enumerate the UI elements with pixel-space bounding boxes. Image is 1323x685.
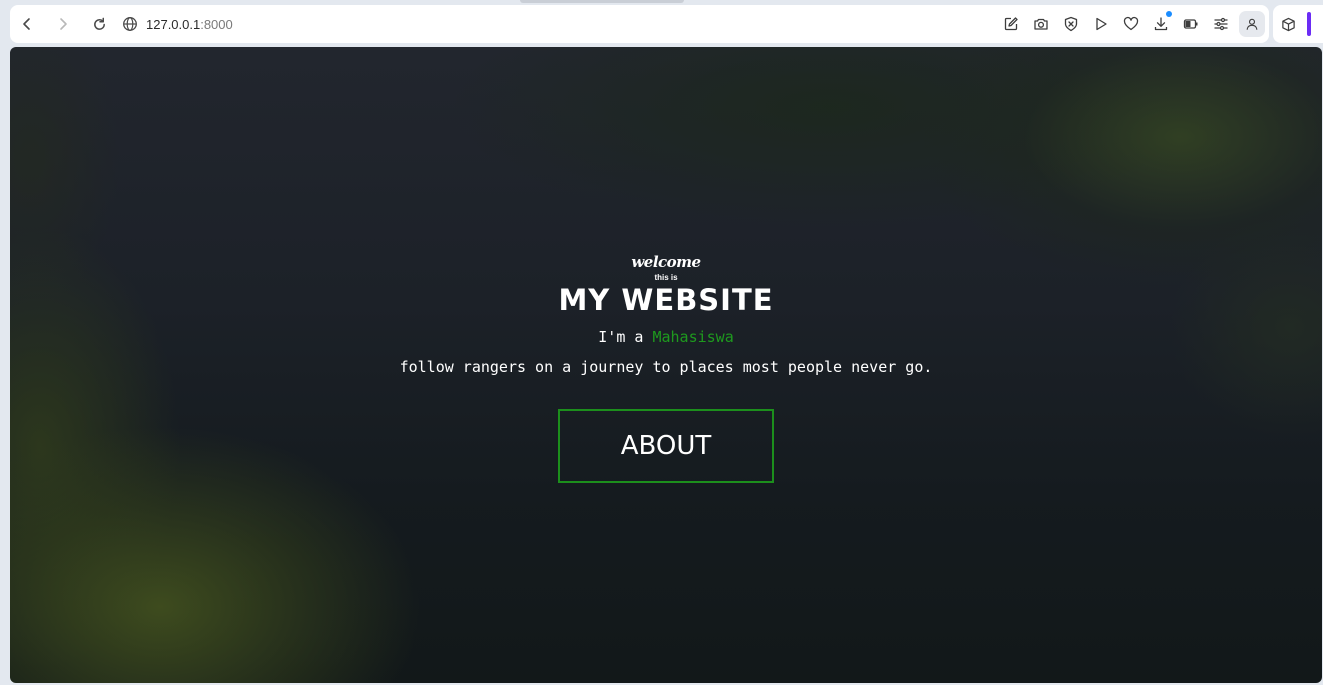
profile-icon xyxy=(1246,18,1258,30)
screenshot-button[interactable] xyxy=(1026,9,1056,39)
toolbar-actions xyxy=(996,9,1265,39)
download-icon xyxy=(1154,17,1168,31)
favorites-button[interactable] xyxy=(1116,9,1146,39)
back-button[interactable] xyxy=(12,9,42,39)
intro-line: I'm a Mahasiswa xyxy=(10,328,1322,346)
download-badge xyxy=(1166,11,1172,17)
battery-saver-button[interactable] xyxy=(1176,9,1206,39)
page-viewport: welcome this is MY WEBSITE I'm a Mahasis… xyxy=(10,47,1322,683)
this-is-text: this is xyxy=(654,273,678,282)
forward-arrow-icon xyxy=(60,18,67,30)
tagline: follow rangers on a journey to places mo… xyxy=(399,358,933,376)
sidebar-accent-bar xyxy=(1307,12,1311,36)
url-port: :8000 xyxy=(200,16,233,32)
shield-icon xyxy=(1064,16,1078,32)
heart-icon xyxy=(1123,16,1139,31)
media-play-button[interactable] xyxy=(1086,9,1116,39)
battery-icon xyxy=(1183,19,1198,29)
camera-icon xyxy=(1034,18,1048,30)
settings-button[interactable] xyxy=(1206,9,1236,39)
back-arrow-icon xyxy=(23,18,30,30)
reload-icon xyxy=(93,17,105,30)
profile-button[interactable] xyxy=(1239,11,1265,37)
side-panel-toolbar xyxy=(1273,5,1323,43)
reload-button[interactable] xyxy=(84,9,114,39)
browser-toolbar: 127.0.0.1:8000 xyxy=(10,5,1269,43)
intro-prefix: I'm a xyxy=(598,328,653,346)
tab-strip-handle xyxy=(520,0,684,3)
edit-icon xyxy=(1004,17,1018,31)
address-bar[interactable]: 127.0.0.1:8000 xyxy=(122,9,996,39)
browser-window: 127.0.0.1:8000 welcome this is MY WEBSI… xyxy=(0,0,1323,685)
cube-icon xyxy=(1281,17,1295,31)
edit-button[interactable] xyxy=(996,9,1026,39)
intro-role: Mahasiswa xyxy=(652,328,734,346)
url-host: 127.0.0.1 xyxy=(146,16,201,32)
extensions-button[interactable] xyxy=(1273,9,1303,39)
play-icon xyxy=(1096,17,1107,31)
navigation-buttons xyxy=(12,9,114,39)
hero-section: welcome this is MY WEBSITE I'm a Mahasis… xyxy=(10,47,1322,683)
welcome-text: welcome xyxy=(631,253,701,271)
sliders-icon xyxy=(1214,17,1228,31)
downloads-button[interactable] xyxy=(1146,9,1176,39)
forward-button[interactable] xyxy=(48,9,78,39)
adblock-button[interactable] xyxy=(1056,9,1086,39)
about-button[interactable]: ABOUT xyxy=(558,409,774,483)
page-title: MY WEBSITE xyxy=(558,283,774,317)
globe-icon[interactable] xyxy=(122,16,138,32)
